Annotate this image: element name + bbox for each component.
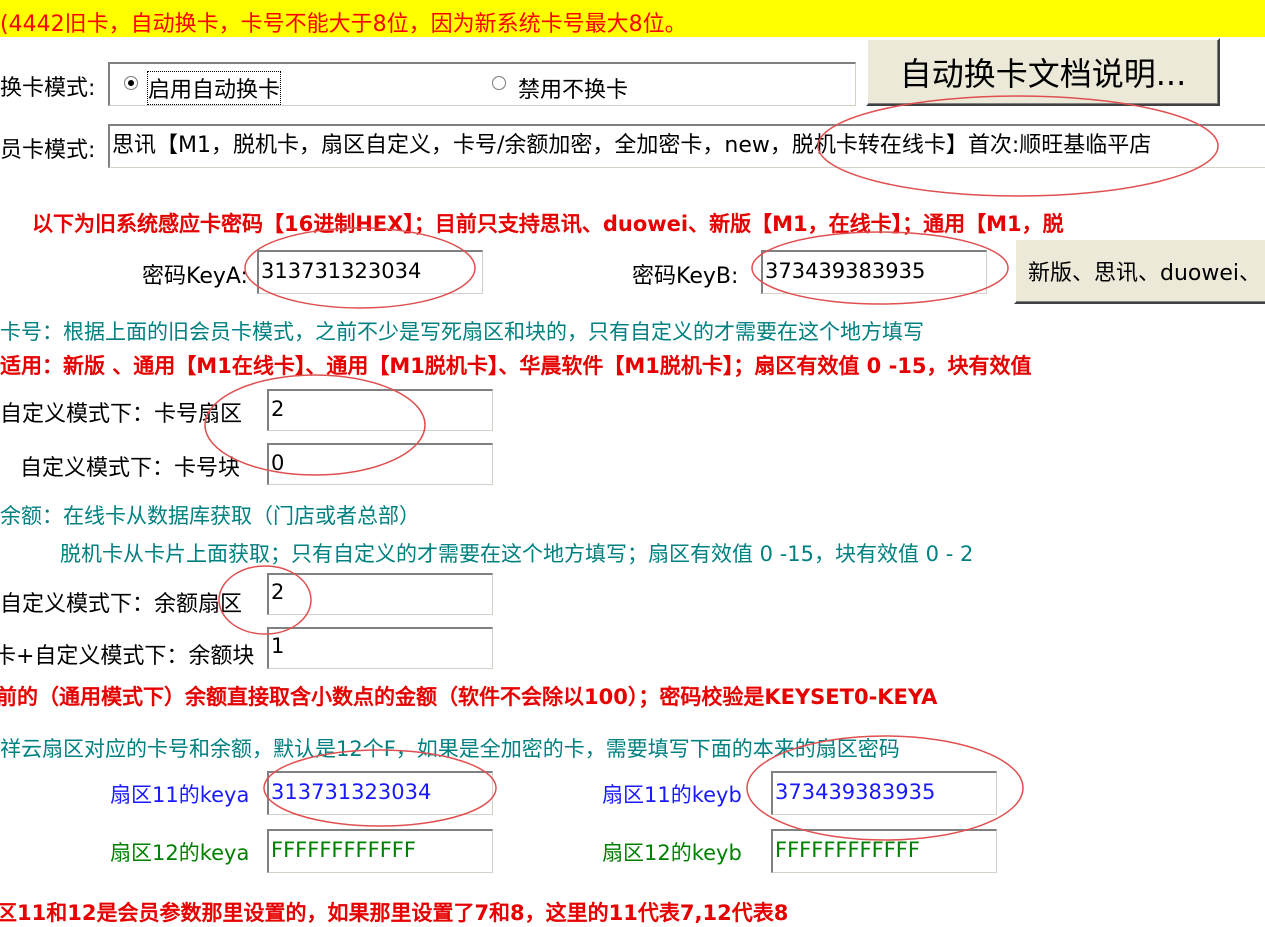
- enable-auto-swap-radio[interactable]: [124, 76, 138, 90]
- balance-sector-label: 自定义模式下：余额扇区: [0, 592, 243, 617]
- balance-sector-input[interactable]: 2: [267, 573, 493, 615]
- sector11-keya-label: 扇区11的keya: [110, 783, 250, 807]
- card-number-info: 卡号：根据上面的旧会员卡模式，之前不少是写死扇区和块的，只有自定义的才需要在这个…: [0, 320, 924, 344]
- sector12-keya-input[interactable]: FFFFFFFFFFFF: [267, 829, 493, 873]
- card-block-label: 自定义模式下：卡号块: [20, 456, 241, 481]
- sector-keys-info: 祥云扇区对应的卡号和余额，默认是12个F，如果是全加密的卡，需要填写下面的本来的…: [0, 737, 900, 761]
- sector11-keya-input[interactable]: 313731323034: [267, 771, 493, 815]
- keyb-input[interactable]: 373439383935: [761, 250, 987, 294]
- balance-block-label: 卡+自定义模式下：余额块: [0, 644, 255, 669]
- disable-swap-label[interactable]: 禁用不换卡: [518, 72, 628, 104]
- old-password-notice: 以下为旧系统感应卡密码【16进制HEX】；目前只支持思讯、duowei、新版【M…: [32, 212, 1064, 236]
- disable-swap-radio[interactable]: [492, 76, 506, 90]
- sector12-keya-label: 扇区12的keya: [110, 841, 250, 865]
- member-card-mode-label: 员卡模式:: [0, 138, 96, 163]
- balance-offline-info: 脱机卡从卡片上面获取；只有自定义的才需要在这个地方填写；扇区有效值 0 -15，…: [60, 542, 974, 566]
- keya-label: 密码KeyA:: [142, 264, 248, 289]
- generic-balance-note: 前的（通用模式下）余额直接取含小数点的金额（软件不会除以100）；密码校验是KE…: [0, 685, 938, 709]
- balance-info: 余额：在线卡从数据库获取（门店或者总部）: [0, 504, 420, 528]
- keya-input[interactable]: 313731323034: [257, 250, 483, 294]
- card-brand-button[interactable]: 新版、思讯、duowei、: [1014, 238, 1265, 304]
- warning-banner-text: (4442旧卡，自动换卡，卡号不能大于8位，因为新系统卡号最大8位。: [0, 12, 687, 37]
- sector11-keyb-input[interactable]: 373439383935: [771, 771, 997, 815]
- card-sector-label: 自定义模式下：卡号扇区: [0, 402, 243, 427]
- swap-mode-label: 换卡模式:: [0, 76, 96, 101]
- balance-block-input[interactable]: 1: [267, 627, 493, 669]
- enable-auto-swap-label[interactable]: 启用自动换卡: [146, 71, 282, 105]
- card-sector-input[interactable]: 2: [267, 389, 493, 431]
- auto-swap-doc-button[interactable]: 自动换卡文档说明...: [866, 38, 1220, 106]
- sector11-keyb-label: 扇区11的keyb: [602, 783, 742, 807]
- keyb-label: 密码KeyB:: [632, 264, 739, 289]
- swap-mode-radio-group: 启用自动换卡 禁用不换卡: [108, 62, 856, 106]
- sector-footer-note: 区11和12是会员参数那里设置的，如果那里设置了7和8，这里的11代表7,12代…: [0, 901, 789, 925]
- sector12-keyb-label: 扇区12的keyb: [602, 841, 742, 865]
- sector12-keyb-input[interactable]: FFFFFFFFFFFF: [771, 829, 997, 873]
- card-block-input[interactable]: 0: [267, 443, 493, 485]
- member-card-mode-field[interactable]: 思讯【M1，脱机卡，扇区自定义，卡号/余额加密，全加密卡，new，脱机卡转在线卡…: [108, 124, 1265, 168]
- card-number-applicable: 适用：新版 、通用【M1在线卡】、通用【M1脱机卡】、华晨软件【M1脱机卡】；扇…: [0, 354, 1032, 378]
